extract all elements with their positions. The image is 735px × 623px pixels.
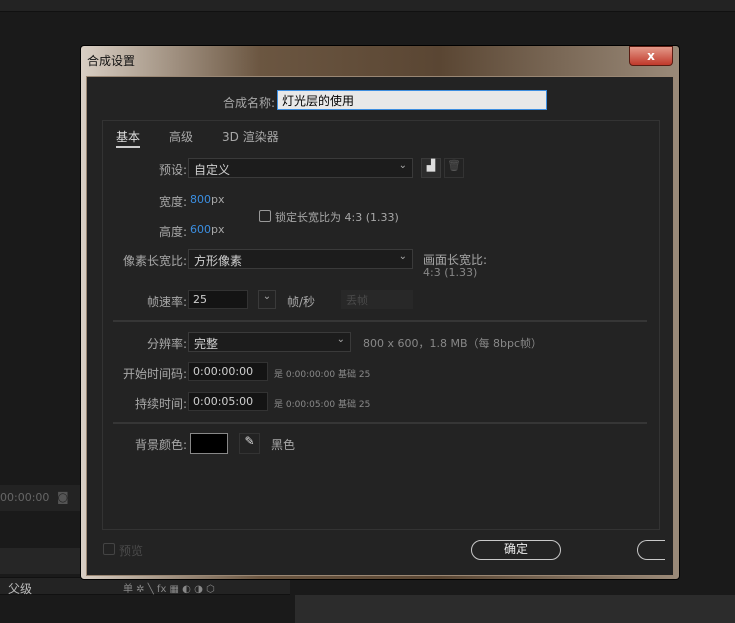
resolution-label: 分辨率: (146, 337, 187, 351)
duration-label: 持续时间: (134, 397, 187, 411)
lock-aspect-label: 锁定长宽比为 4:3 (1.33) (275, 211, 399, 224)
width-unit: px (211, 193, 225, 206)
preview-label: 预览 (119, 544, 144, 558)
divider (113, 422, 647, 424)
frame-rate-input[interactable]: 25 (188, 290, 248, 309)
pixel-aspect-select[interactable]: 方形像素 ⌄ (188, 249, 413, 269)
cancel-button[interactable] (637, 540, 665, 560)
start-timecode-info: 是 0:00:00:00 (274, 370, 336, 380)
resolution-value: 完整 (194, 337, 219, 351)
frame-aspect-value: 4:3 (1.33) (423, 266, 478, 279)
duration-base: 基础 25 (338, 400, 371, 410)
drop-frame-value: 丢帧 (346, 294, 368, 307)
camera-icon[interactable]: ◙ (57, 490, 69, 504)
delete-preset-button[interactable]: 🗑 (444, 158, 464, 178)
height-value[interactable]: 600 (190, 223, 211, 236)
composition-settings-dialog: 合成设置 x 合成名称: 灯光层的使用 基本 高级 3D 渲染器 预设: 自定义… (80, 45, 680, 580)
frame-rate-unit: 帧/秒 (287, 295, 316, 309)
comp-name-input[interactable]: 灯光层的使用 (277, 90, 547, 110)
preview-checkbox[interactable] (103, 543, 115, 555)
drop-frame-select: 丢帧 (341, 290, 413, 309)
frame-rate-dropdown[interactable]: ⌄ (258, 290, 276, 309)
comp-name-label: 合成名称: (222, 96, 275, 110)
eyedropper-button[interactable]: ✎ (239, 433, 260, 454)
start-timecode-label: 开始时间码: (122, 367, 187, 381)
timeline-area (295, 595, 735, 623)
settings-panel: 基本 高级 3D 渲染器 预设: 自定义 ⌄ ▟ 🗑 宽度: 800 px 高度:… (102, 120, 660, 530)
pixel-aspect-value: 方形像素 (194, 254, 243, 268)
start-timecode-input[interactable]: 0:00:00:00 (188, 362, 268, 381)
parent-column-label: 父级 (8, 582, 33, 596)
bg-color-label: 背景颜色: (134, 438, 187, 452)
save-icon: ▟ (426, 159, 436, 172)
ok-button[interactable]: 确定 (471, 540, 561, 560)
preset-label: 预设: (158, 163, 187, 177)
save-preset-button[interactable]: ▟ (421, 158, 441, 178)
chevron-down-icon: ⌄ (262, 291, 272, 302)
duration-info: 是 0:00:05:00 (274, 400, 336, 410)
width-value[interactable]: 800 (190, 193, 211, 206)
width-label: 宽度: (158, 195, 187, 209)
tab-advanced[interactable]: 高级 (169, 128, 193, 145)
height-unit: px (211, 223, 225, 236)
tab-3d-renderer[interactable]: 3D 渲染器 (222, 128, 279, 145)
height-label: 高度: (158, 225, 187, 239)
preset-select[interactable]: 自定义 ⌄ (188, 158, 413, 178)
chevron-down-icon: ⌄ (398, 160, 407, 171)
bg-color-name: 黑色 (271, 438, 296, 452)
layer-switches-icons[interactable]: 单 ✲ ╲ fx ▦ ◐ ◑ ⬡ (123, 580, 215, 595)
frame-rate-label: 帧速率: (146, 295, 187, 309)
trash-icon: 🗑 (447, 159, 461, 172)
tab-basic[interactable]: 基本 (116, 128, 141, 148)
timecode[interactable]: 00:00:00 (0, 491, 49, 504)
eyedropper-icon: ✎ (244, 434, 255, 448)
dialog-title: 合成设置 (87, 54, 136, 68)
layer-bar (0, 548, 80, 574)
resolution-select[interactable]: 完整 ⌄ (188, 332, 351, 352)
timecode-bar: 00:00:00 ◙ (0, 485, 80, 511)
top-panel (0, 0, 735, 12)
dialog-body: 合成名称: 灯光层的使用 基本 高级 3D 渲染器 预设: 自定义 ⌄ ▟ 🗑 宽… (86, 76, 674, 576)
preset-value: 自定义 (194, 163, 231, 177)
duration-input[interactable]: 0:00:05:00 (188, 392, 268, 411)
bg-color-swatch[interactable] (190, 433, 228, 454)
start-timecode-base: 基础 25 (338, 370, 371, 380)
pixel-aspect-label: 像素长宽比: (122, 254, 187, 268)
chevron-down-icon: ⌄ (336, 334, 345, 345)
close-button[interactable]: x (629, 46, 673, 66)
chevron-down-icon: ⌄ (398, 251, 407, 262)
lock-aspect-checkbox[interactable] (259, 210, 271, 222)
resolution-info: 800 x 600，1.8 MB（每 8bpc帧） (363, 337, 543, 350)
divider (113, 320, 647, 322)
